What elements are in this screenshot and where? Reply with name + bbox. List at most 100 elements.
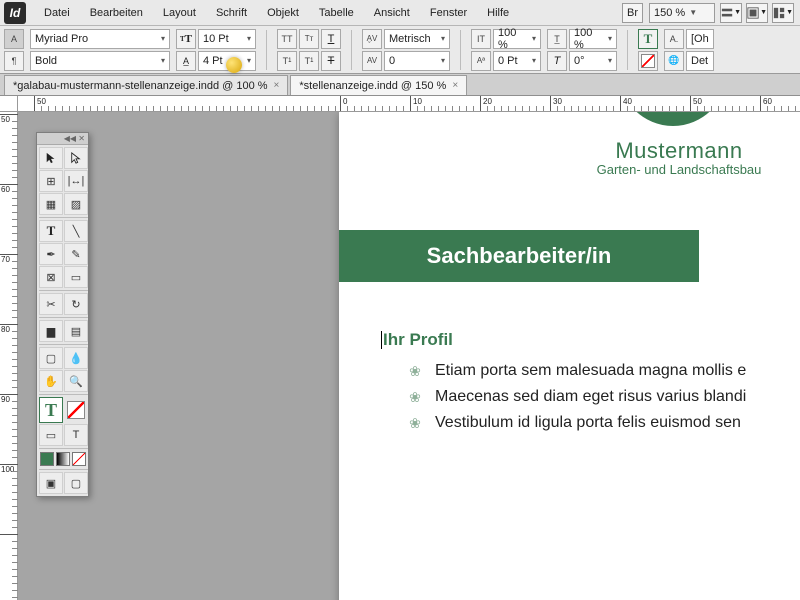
underline-button[interactable]: T <box>321 29 341 49</box>
language-icon: 🌐 <box>664 51 684 71</box>
menu-layout[interactable]: Layout <box>153 3 206 23</box>
zoom-tool[interactable]: 🔍 <box>64 370 88 392</box>
baseline-icon: Aª <box>471 51 491 71</box>
menu-fenster[interactable]: Fenster <box>420 3 477 23</box>
hand-tool[interactable]: ✋ <box>39 370 63 392</box>
flower-bullet-icon: ❀ <box>407 415 423 431</box>
pencil-tool[interactable]: ✎ <box>64 243 88 265</box>
font-size-select[interactable]: 10 Pt▾ <box>198 29 256 49</box>
hscale-select[interactable]: 100 %▾ <box>569 29 617 49</box>
panel-collapse-icon[interactable]: ◀◀ ✕ <box>37 133 88 145</box>
line-tool[interactable]: ╲ <box>64 220 88 242</box>
page-tool[interactable]: ⊞ <box>39 170 63 192</box>
control-bar: A ¶ Myriad Pro▾ Bold▾ TT10 Pt▾ A̲4 Pt▾ T… <box>0 26 800 74</box>
fill-swatch[interactable] <box>40 452 54 466</box>
eyedropper-tool[interactable]: 💧 <box>64 347 88 369</box>
kerning-select[interactable]: Metrisch▾ <box>384 29 450 49</box>
type-tool[interactable]: T <box>39 220 63 242</box>
scissors-tool[interactable]: ✂ <box>39 293 63 315</box>
direct-selection-tool[interactable] <box>64 147 88 169</box>
subscript-button[interactable]: T1 <box>299 51 319 71</box>
fill-text-button[interactable]: T <box>638 29 658 49</box>
menubar: Id Datei Bearbeiten Layout Schrift Objek… <box>0 0 800 26</box>
menu-bearbeiten[interactable]: Bearbeiten <box>80 3 153 23</box>
rotation-icon: T <box>547 51 567 71</box>
view-mode-normal[interactable]: ▣ <box>39 472 63 494</box>
formatting-text-button[interactable]: T <box>64 424 88 446</box>
menu-datei[interactable]: Datei <box>34 3 80 23</box>
document-tab-1[interactable]: *galabau-mustermann-stellenanzeige.indd … <box>4 75 288 95</box>
fill-stroke-none[interactable] <box>64 397 88 423</box>
menu-objekt[interactable]: Objekt <box>257 3 309 23</box>
pen-tool[interactable]: ✒ <box>39 243 63 265</box>
menu-hilfe[interactable]: Hilfe <box>477 3 519 23</box>
gradient-swatch[interactable] <box>56 452 70 466</box>
gradient-feather-tool[interactable]: ▤ <box>64 320 88 342</box>
hscale-icon: T̲ <box>547 29 567 49</box>
vertical-ruler[interactable]: 5060708090100 <box>0 96 18 600</box>
font-size-icon: TT <box>176 29 196 49</box>
flower-bullet-icon: ❀ <box>407 363 423 379</box>
menu-ansicht[interactable]: Ansicht <box>364 3 420 23</box>
char-style-icon: A. <box>664 29 684 49</box>
company-name: Mustermann <box>549 138 800 164</box>
canvas-area[interactable]: Mustermann Garten- und Landschaftsbau Sa… <box>18 112 800 600</box>
app-logo: Id <box>4 2 26 24</box>
view-mode-preview[interactable]: ▢ <box>64 472 88 494</box>
bridge-button[interactable]: Br <box>622 3 643 23</box>
free-transform-tool[interactable]: ↻ <box>64 293 88 315</box>
flower-bullet-icon: ❀ <box>407 389 423 405</box>
no-fill-button[interactable] <box>638 51 658 71</box>
font-family-select[interactable]: Myriad Pro▾ <box>30 29 170 49</box>
bullet-list[interactable]: ❀Etiam porta sem malesuada magna mollis … <box>407 362 746 440</box>
view-options-button[interactable]: ▼ <box>720 3 742 23</box>
none-swatch[interactable] <box>72 452 86 466</box>
baseline-select[interactable]: 0 Pt▾ <box>493 51 541 71</box>
kerning-icon: A̬V <box>362 29 382 49</box>
rectangle-frame-tool[interactable]: ⊠ <box>39 266 63 288</box>
vscale-icon: IT <box>471 29 491 49</box>
char-format-button[interactable]: A <box>4 29 24 49</box>
char-style-select[interactable]: [Oh <box>686 29 714 49</box>
ruler-origin[interactable] <box>0 96 18 112</box>
selection-tool[interactable] <box>39 147 63 169</box>
section-heading[interactable]: Ihr Profil <box>383 330 453 350</box>
list-item: ❀Etiam porta sem malesuada magna mollis … <box>407 362 746 380</box>
logo-graphic <box>619 112 727 126</box>
formatting-container-button[interactable]: ▭ <box>39 424 63 446</box>
document-page[interactable]: Mustermann Garten- und Landschaftsbau Sa… <box>339 112 800 600</box>
allcaps-button[interactable]: TT <box>277 29 297 49</box>
language-select[interactable]: Det <box>686 51 714 71</box>
smallcaps-button[interactable]: Tᴛ <box>299 29 319 49</box>
close-icon[interactable]: × <box>452 80 458 91</box>
company-subtitle: Garten- und Landschaftsbau <box>549 162 800 177</box>
arrange-button[interactable]: ▼ <box>772 3 794 23</box>
superscript-button[interactable]: T1 <box>277 51 297 71</box>
tracking-icon: AV <box>362 51 382 71</box>
horizontal-ruler[interactable]: 500102030405060 <box>18 96 800 112</box>
gap-tool[interactable]: |↔| <box>64 170 88 192</box>
zoom-select[interactable]: 150 %▼ <box>649 3 715 23</box>
content-placer-tool[interactable]: ▨ <box>64 193 88 215</box>
rotation-select[interactable]: 0°▾ <box>569 51 617 71</box>
font-style-select[interactable]: Bold▾ <box>30 51 170 71</box>
rectangle-tool[interactable]: ▭ <box>64 266 88 288</box>
note-tool[interactable]: ▢ <box>39 347 63 369</box>
para-format-button[interactable]: ¶ <box>4 51 24 71</box>
job-title-banner[interactable]: Sachbearbeiter/in <box>339 230 699 282</box>
tracking-select[interactable]: 0▾ <box>384 51 450 71</box>
menu-tabelle[interactable]: Tabelle <box>309 3 364 23</box>
vscale-select[interactable]: 100 %▾ <box>493 29 541 49</box>
close-icon[interactable]: × <box>274 80 280 91</box>
list-item: ❀Vestibulum id ligula porta felis euismo… <box>407 414 746 432</box>
screen-mode-button[interactable]: ▼ <box>746 3 768 23</box>
tools-panel[interactable]: ◀◀ ✕ ⊞ |↔| ▦ ▨ T ╲ ✒ ✎ ⊠ ▭ ✂ ↻ ▆ ▤ ▢ 💧 ✋… <box>36 132 89 497</box>
swatch-row <box>39 451 88 467</box>
gradient-swatch-tool[interactable]: ▆ <box>39 320 63 342</box>
strikethrough-button[interactable]: T <box>321 51 341 71</box>
menu-schrift[interactable]: Schrift <box>206 3 257 23</box>
document-tab-2[interactable]: *stellenanzeige.indd @ 150 %× <box>290 75 467 95</box>
text-caret <box>381 331 382 349</box>
fill-stroke-type[interactable]: T <box>39 397 63 423</box>
content-collector-tool[interactable]: ▦ <box>39 193 63 215</box>
